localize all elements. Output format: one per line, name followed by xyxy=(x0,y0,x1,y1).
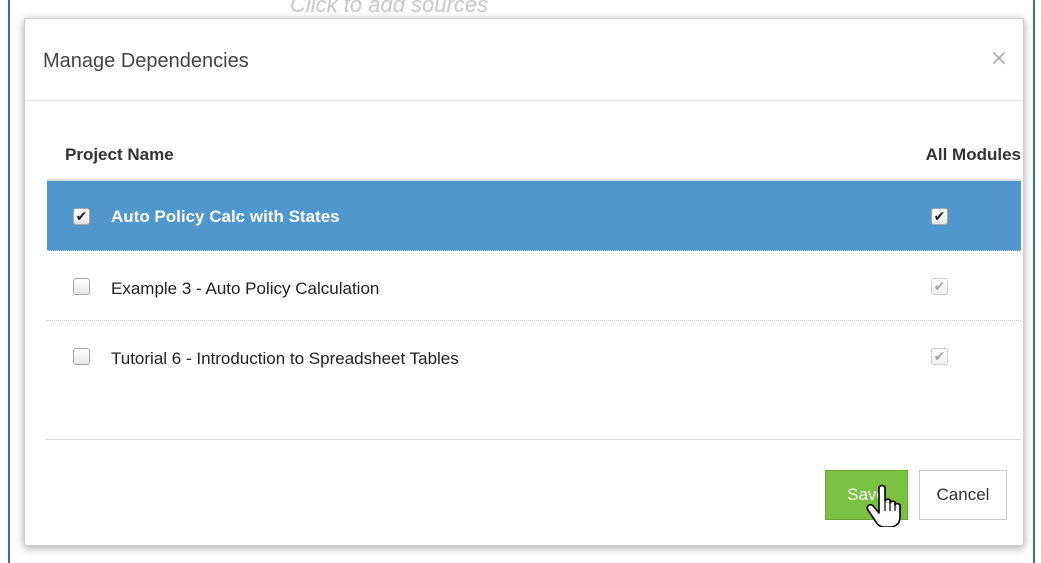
project-name: Example 3 - Auto Policy Calculation xyxy=(111,279,380,298)
project-checkbox[interactable] xyxy=(73,278,90,295)
manage-dependencies-dialog: Manage Dependencies × Project Name All M… xyxy=(24,18,1024,546)
project-name: Tutorial 6 - Introduction to Spreadsheet… xyxy=(111,349,459,368)
cancel-button[interactable]: Cancel xyxy=(919,470,1007,520)
project-name: Auto Policy Calc with States xyxy=(111,207,340,226)
all-modules-checkbox: ✔ xyxy=(931,278,948,295)
column-header-all-modules: All Modules xyxy=(925,145,1021,164)
column-header-project-name: Project Name xyxy=(65,145,174,164)
table-row[interactable]: Example 3 - Auto Policy Calculation ✔ xyxy=(47,251,1021,321)
page-border-left xyxy=(8,0,10,563)
hand-pointer-cursor-icon xyxy=(866,484,901,527)
table-header: Project Name All Modules xyxy=(47,101,1021,181)
page-border-right xyxy=(1033,0,1035,563)
project-checkbox[interactable] xyxy=(73,348,90,365)
dialog-header: Manage Dependencies × xyxy=(25,19,1023,101)
footer-divider xyxy=(45,439,1021,440)
dialog-title: Manage Dependencies xyxy=(43,50,249,72)
all-modules-checkbox: ✔ xyxy=(931,348,948,365)
table-row[interactable]: Tutorial 6 - Introduction to Spreadsheet… xyxy=(47,321,1021,391)
table-row[interactable]: ✔ Auto Policy Calc with States ✔ xyxy=(47,181,1021,251)
background-hint-text: Click to add sources xyxy=(290,0,489,17)
close-icon[interactable]: × xyxy=(987,47,1011,71)
project-checkbox[interactable]: ✔ xyxy=(73,208,90,225)
all-modules-checkbox[interactable]: ✔ xyxy=(931,208,948,225)
dependencies-table: Project Name All Modules ✔ Auto Policy C… xyxy=(47,101,1021,391)
